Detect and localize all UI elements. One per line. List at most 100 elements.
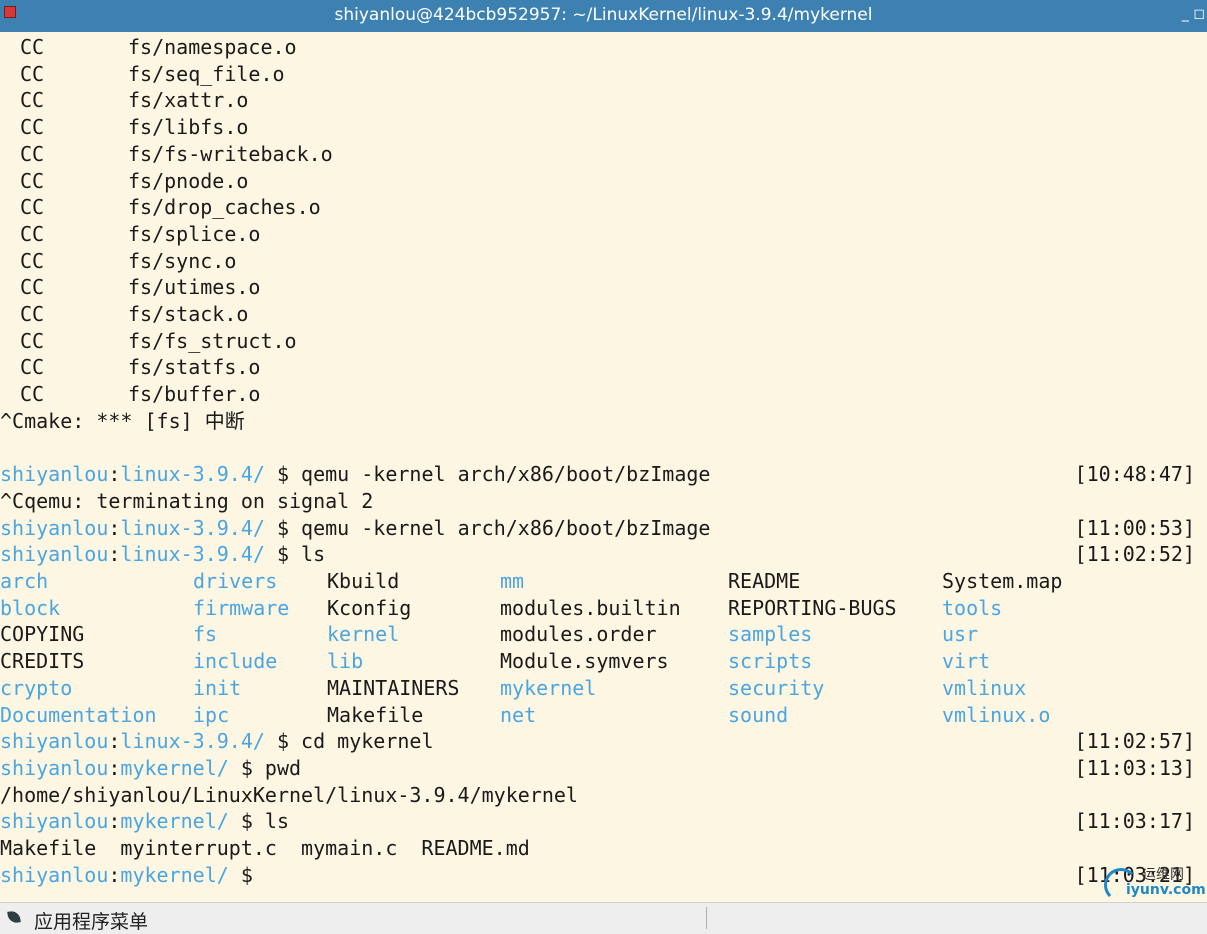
prompt-colon: :	[108, 862, 121, 887]
terminal-output[interactable]: CC fs/namespace.o CC fs/seq_file.o CC fs/xatt…	[0, 32, 1207, 902]
ls2-output-text: Makefile myinterrupt.c mymain.c README.m…	[0, 836, 530, 860]
ls-entry: fs	[193, 622, 218, 647]
prompt-command: $	[228, 862, 253, 887]
ls-entry: mm	[500, 569, 525, 593]
ls-output-row: arch drivers Kbuild mm README System.map	[0, 568, 1207, 594]
ls-entry: Makefile	[327, 702, 424, 727]
ls-entry: Kconfig	[327, 595, 412, 620]
ls-entry: block	[0, 595, 61, 620]
build-output-line: CC fs/sync.o	[0, 248, 1207, 274]
ls-entry: mykernel	[500, 675, 597, 700]
prompt-line: shiyanlou:mykernel/ $ [11:03:21]	[0, 862, 1207, 888]
prompt-dir: mykernel/	[120, 755, 229, 780]
ls-entry: System.map	[942, 569, 1063, 593]
build-output-line: CC fs/statfs.o	[0, 354, 1207, 380]
ls-entry: Documentation	[0, 702, 157, 727]
prompt-command: $ pwd	[228, 755, 302, 780]
ls-entry: MAINTAINERS	[327, 675, 460, 700]
prompt-colon: :	[108, 542, 121, 567]
ls-entry: arch	[0, 569, 49, 593]
prompt-user: shiyanlou	[0, 809, 109, 834]
ls-entry: sound	[728, 702, 789, 727]
ls-entry: lib	[327, 649, 364, 674]
qemu-output-line: ^Cqemu: terminating on signal 2	[0, 488, 1207, 514]
build-file: fs/fs-writeback.o	[128, 141, 333, 166]
build-cmd: CC	[20, 328, 45, 353]
watermark-logo: 运维网 iyunv.com	[1100, 862, 1206, 902]
prompt-line: shiyanlou:linux-3.9.4/ $ qemu -kernel ar…	[0, 515, 1207, 541]
ls-output-line: Makefile myinterrupt.c mymain.c README.m…	[0, 835, 1207, 861]
build-output-line: CC fs/pnode.o	[0, 168, 1207, 194]
build-cmd: CC	[20, 195, 45, 220]
app-menu-leaf-icon[interactable]	[7, 910, 21, 924]
ls-entry: modules.builtin	[500, 595, 681, 620]
prompt-colon: :	[108, 462, 121, 487]
timestamp: [11:03:13]	[1074, 755, 1195, 780]
pwd-output-text: /home/shiyanlou/LinuxKernel/linux-3.9.4/…	[0, 782, 578, 807]
build-file: fs/splice.o	[128, 221, 261, 246]
prompt-colon: :	[108, 809, 121, 834]
ls-entry: samples	[728, 622, 813, 647]
build-cmd: CC	[20, 88, 45, 113]
prompt-user: shiyanlou	[0, 729, 109, 754]
ls-entry: README	[728, 569, 801, 593]
qemu-output-text: ^Cqemu: terminating on signal 2	[0, 488, 374, 513]
prompt-command: $ ls	[228, 809, 290, 834]
prompt-line: shiyanlou:mykernel/ $ pwd [11:03:13]	[0, 755, 1207, 781]
window-titlebar[interactable]: shiyanlou@424bcb952957: ~/LinuxKernel/li…	[0, 0, 1207, 32]
ls-output-row: block firmware Kconfig modules.builtin REPOR…	[0, 595, 1207, 621]
ls-entry: crypto	[0, 675, 73, 700]
ls-output-row: COPYING fs kernel modules.order samples usr	[0, 621, 1207, 647]
prompt-dir: linux-3.9.4/	[120, 515, 265, 540]
build-file: fs/xattr.o	[128, 88, 249, 113]
build-cmd: CC	[20, 221, 45, 246]
build-file: fs/buffer.o	[128, 382, 261, 407]
ls-entry: COPYING	[0, 622, 85, 647]
ls-entry: firmware	[193, 595, 290, 620]
ls-entry: Module.symvers	[500, 649, 669, 674]
ls-entry: virt	[942, 649, 991, 674]
build-file: fs/sync.o	[128, 248, 237, 273]
ls-entry: tools	[942, 595, 1003, 620]
build-output-line: CC fs/splice.o	[0, 221, 1207, 247]
build-cmd: CC	[20, 248, 45, 273]
ls-entry: modules.order	[500, 622, 657, 647]
make-interrupt-line: ^Cmake: *** [fs] 中断	[0, 408, 1207, 434]
ls-entry: ipc	[193, 702, 230, 727]
build-output-line: CC fs/fs-writeback.o	[0, 141, 1207, 167]
prompt-user: shiyanlou	[0, 862, 109, 887]
prompt-command: $ qemu -kernel arch/x86/boot/bzImage	[264, 462, 711, 487]
ls-entry: net	[500, 702, 537, 727]
prompt-colon: :	[108, 755, 121, 780]
watermark-en-text: iyunv.com	[1126, 882, 1206, 898]
prompt-user: shiyanlou	[0, 542, 109, 567]
timestamp: [11:02:52]	[1074, 542, 1195, 567]
build-file: fs/drop_caches.o	[128, 195, 321, 220]
prompt-user: shiyanlou	[0, 462, 109, 487]
build-cmd: CC	[20, 302, 45, 326]
taskbar-divider	[706, 907, 707, 929]
app-menu-button[interactable]: 应用程序菜单	[34, 907, 148, 934]
prompt-user: shiyanlou	[0, 515, 109, 540]
build-file: fs/stack.o	[128, 302, 249, 326]
timestamp: [11:03:17]	[1074, 809, 1195, 834]
build-output-line: CC fs/buffer.o	[0, 381, 1207, 407]
build-cmd: CC	[20, 355, 45, 380]
ls-entry: vmlinux	[942, 675, 1027, 700]
build-output-line: CC fs/namespace.o	[0, 34, 1207, 60]
taskbar: 应用程序菜单	[0, 902, 1207, 934]
prompt-colon: :	[108, 729, 121, 754]
build-file: fs/pnode.o	[128, 168, 249, 193]
build-file: fs/utimes.o	[128, 275, 261, 300]
build-file: fs/libfs.o	[128, 115, 249, 140]
build-file: fs/namespace.o	[128, 35, 297, 59]
ls-entry: include	[193, 649, 278, 674]
window-controls[interactable]: _ ◻	[1182, 6, 1205, 22]
ls-entry: REPORTING-BUGS	[728, 595, 897, 620]
prompt-command: $ cd mykernel	[264, 729, 434, 754]
prompt-line: shiyanlou:linux-3.9.4/ $ cd mykernel [11:…	[0, 728, 1207, 754]
build-cmd: CC	[20, 35, 45, 59]
window-title: shiyanlou@424bcb952957: ~/LinuxKernel/li…	[334, 5, 873, 25]
prompt-line: shiyanlou:mykernel/ $ ls [11:03:17]	[0, 808, 1207, 834]
build-file: fs/seq_file.o	[128, 61, 285, 86]
